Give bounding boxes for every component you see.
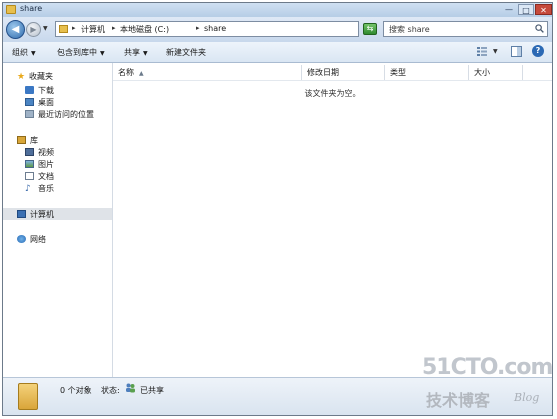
nav-item-label: 下载 [38, 86, 54, 95]
column-header-label: 大小 [474, 68, 490, 77]
nav-item-music[interactable]: ♪ 音乐 [25, 183, 54, 194]
include-in-library-label: 包含到库中 [57, 48, 97, 57]
new-folder-button[interactable]: 新建文件夹 [166, 47, 206, 58]
navigation-pane: ★收藏夹 下载 桌面 最近访问的位置 库 视频 图片 文档 ♪ 音乐 计算机 [3, 63, 113, 377]
back-button[interactable]: ◀ [6, 20, 25, 39]
minimize-button[interactable]: — [501, 4, 517, 15]
refresh-icon: ⇆ [366, 24, 374, 33]
watermark: 51CTO.com 技术博客 Blog [422, 355, 553, 415]
state-label: 状态: [101, 386, 120, 395]
downloads-icon [25, 86, 34, 94]
pictures-icon [25, 160, 34, 168]
new-folder-label: 新建文件夹 [166, 48, 206, 57]
column-header-name[interactable]: 名称 ▲ [113, 65, 302, 80]
organize-label: 组织 [12, 48, 28, 57]
nav-computer[interactable]: 计算机 [17, 209, 54, 220]
nav-item-videos[interactable]: 视频 [25, 147, 54, 158]
nav-item-downloads[interactable]: 下载 [25, 85, 54, 96]
nav-item-pictures[interactable]: 图片 [25, 159, 54, 170]
star-icon: ★ [17, 72, 26, 82]
close-button[interactable]: ✕ [535, 4, 552, 15]
organize-menu[interactable]: 组织 ▼ [12, 47, 36, 58]
share-menu[interactable]: 共享 ▼ [124, 47, 148, 58]
empty-folder-message: 该文件夹为空。 [304, 89, 361, 98]
desktop-icon [25, 98, 34, 106]
video-icon [25, 148, 34, 156]
forward-button[interactable]: ▶ [26, 22, 41, 37]
nav-item-label: 视频 [38, 148, 54, 157]
nav-network[interactable]: 网络 [17, 234, 46, 245]
file-list[interactable]: 名称 ▲ 修改日期 类型 大小 该文件夹为空。 [113, 63, 552, 377]
nav-item-label: 图片 [38, 160, 54, 169]
folder-icon [18, 383, 38, 410]
column-header-label: 修改日期 [307, 68, 339, 77]
nav-favorites[interactable]: ★ 收藏夹 [17, 71, 53, 82]
preview-pane-button[interactable] [511, 46, 522, 57]
breadcrumb-share[interactable]: share [204, 24, 226, 33]
window-title: share [20, 4, 43, 13]
watermark-logo: 51CTO.com [422, 355, 553, 380]
nav-libraries-label: 库 [30, 136, 38, 145]
header-divider [113, 80, 552, 81]
breadcrumb-separator-icon[interactable]: ▸ [196, 24, 200, 32]
shared-users-icon [126, 383, 135, 393]
title-bar[interactable]: share — □ ✕ [3, 3, 552, 17]
nav-libraries[interactable]: 库 [17, 135, 38, 146]
network-icon [17, 235, 26, 243]
back-arrow-icon: ◀ [11, 24, 20, 35]
history-dropdown-button[interactable]: ▼ [43, 25, 48, 32]
recent-places-icon [25, 110, 34, 118]
nav-item-label: 桌面 [38, 98, 54, 107]
column-header-date-modified[interactable]: 修改日期 [302, 65, 385, 80]
folder-icon [6, 5, 16, 14]
search-box[interactable]: 搜索 share [383, 21, 548, 37]
maximize-button[interactable]: □ [518, 4, 534, 15]
watermark-blog: Blog [514, 391, 540, 404]
chevron-down-icon: ▼ [31, 50, 36, 57]
nav-item-label: 音乐 [38, 184, 54, 193]
breadcrumb-separator-icon[interactable]: ▸ [72, 24, 76, 32]
computer-icon [17, 210, 26, 218]
nav-network-label: 网络 [30, 235, 46, 244]
column-header-size[interactable]: 大小 [469, 65, 523, 80]
nav-item-label: 最近访问的位置 [38, 110, 94, 119]
search-icon[interactable] [535, 24, 544, 33]
column-header-label: 类型 [390, 68, 406, 77]
view-options-dropdown-button[interactable]: ▼ [493, 48, 498, 55]
watermark-subtitle: 技术博客 [426, 391, 491, 410]
nav-item-desktop[interactable]: 桌面 [25, 97, 54, 108]
folder-icon [59, 25, 68, 33]
forward-arrow-icon: ▶ [30, 25, 37, 34]
help-icon[interactable]: ? [532, 45, 544, 57]
state-value: 已共享 [140, 386, 164, 395]
nav-computer-label: 计算机 [30, 210, 54, 219]
address-bar[interactable]: ▸ 计算机 ▸ 本地磁盘 (C:) ▸ share ▼ [55, 21, 403, 37]
explorer-window: share — □ ✕ ◀ ▶ ▼ ▸ 计算机 ▸ 本地磁盘 (C:) ▸ sh… [2, 2, 553, 416]
search-input[interactable]: 搜索 share [389, 24, 430, 35]
chevron-down-icon: ▼ [100, 50, 105, 57]
library-icon [17, 136, 26, 144]
include-in-library-menu[interactable]: 包含到库中 ▼ [57, 47, 105, 58]
command-bar: 组织 ▼ 包含到库中 ▼ 共享 ▼ 新建文件夹 ▼ ? [3, 42, 552, 63]
nav-item-documents[interactable]: 文档 [25, 171, 54, 182]
nav-favorites-label: 收藏夹 [29, 72, 53, 81]
share-label: 共享 [124, 48, 140, 57]
breadcrumb-local-disk[interactable]: 本地磁盘 (C:) [120, 24, 169, 35]
column-header-label: 名称 [118, 68, 134, 77]
breadcrumb-separator-icon[interactable]: ▸ [112, 24, 116, 32]
refresh-button[interactable]: ⇆ [363, 23, 377, 35]
breadcrumb-computer[interactable]: 计算机 [81, 24, 105, 35]
sort-ascending-icon: ▲ [139, 70, 144, 77]
nav-item-label: 文档 [38, 172, 54, 181]
documents-icon [25, 172, 34, 180]
item-count: 0 个对象 [60, 386, 92, 395]
column-header-type[interactable]: 类型 [385, 65, 469, 80]
music-icon: ♪ [25, 184, 31, 194]
change-view-icon[interactable] [477, 47, 487, 56]
chevron-down-icon: ▼ [143, 50, 148, 57]
nav-item-recent-places[interactable]: 最近访问的位置 [25, 109, 94, 120]
navigation-bar: ◀ ▶ ▼ ▸ 计算机 ▸ 本地磁盘 (C:) ▸ share ▼ ⇆ 搜索 s… [3, 17, 552, 42]
